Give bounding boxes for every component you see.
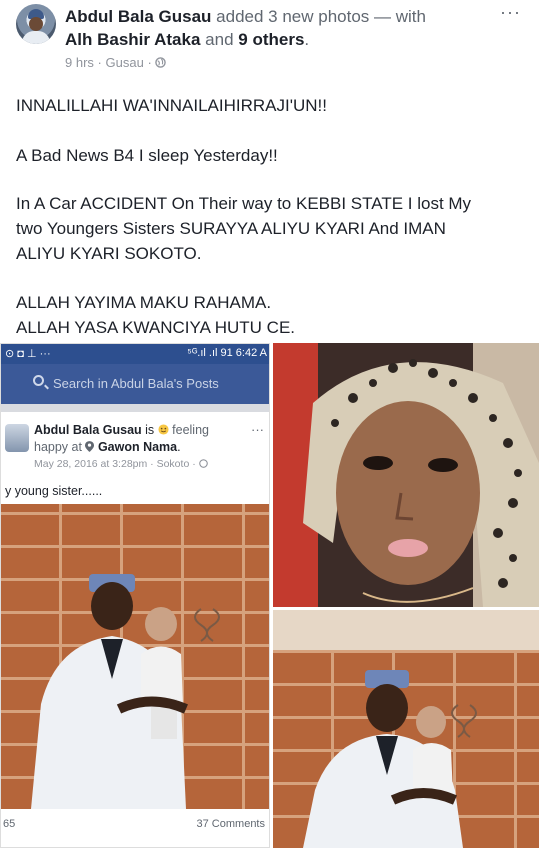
author-avatar[interactable] xyxy=(16,4,56,44)
post-text-line: ALIYU KYARI SOKOTO. xyxy=(16,244,202,263)
post-meta: 9 hrs · Gusau · xyxy=(65,55,167,70)
divider xyxy=(1,404,269,412)
embedded-header-line2: happy at Gawon Nama. xyxy=(34,440,181,454)
embedded-caption: y young sister...... xyxy=(5,484,103,498)
search-icon xyxy=(33,375,44,386)
post-options-icon[interactable]: ··· xyxy=(500,2,521,23)
facebook-post: Abdul Bala Gusau added 3 new photos — wi… xyxy=(0,0,539,848)
author-name-link[interactable]: Abdul Bala Gusau xyxy=(65,7,211,26)
embedded-options-icon: ··· xyxy=(251,422,264,437)
photo-3-man-with-child[interactable] xyxy=(273,610,539,848)
embedded-search-placeholder: Search in Abdul Bala's Posts xyxy=(53,376,219,391)
embedded-reactions-count: 65 xyxy=(3,818,16,830)
globe-icon xyxy=(155,55,167,70)
post-text-line: ALLAH YAYIMA MAKU RAHAMA. xyxy=(16,293,272,312)
post-header: Abdul Bala Gusau added 3 new photos — wi… xyxy=(65,6,426,28)
phone-status-bar: ⊙ ◘ ⊥ ··· ⁵ᴳ.ıl .ıl 91 6:42 A xyxy=(1,344,269,364)
post-text-line: two Youngers Sisters SURAYYA ALIYU KYARI… xyxy=(16,219,446,238)
photo-1-screenshot[interactable]: ⊙ ◘ ⊥ ··· ⁵ᴳ.ıl .ıl 91 6:42 A Search in … xyxy=(0,343,270,848)
embedded-meta: May 28, 2016 at 3:28pm · Sokoto · xyxy=(34,458,208,470)
location-pin-icon xyxy=(85,440,97,454)
embedded-photo-man-with-child xyxy=(1,504,269,809)
tagged-person-link[interactable]: Alh Bashir Ataka xyxy=(65,30,200,49)
embedded-avatar xyxy=(5,424,29,452)
post-time-link[interactable]: 9 hrs xyxy=(65,55,94,70)
and-text: and xyxy=(205,30,234,49)
post-action-text: added 3 new photos — with xyxy=(216,7,426,26)
post-text-line: ALLAH YASA KWANCIYA HUTU CE. xyxy=(16,318,296,337)
globe-icon xyxy=(198,458,208,470)
period-text: . xyxy=(304,30,310,49)
embedded-comments-count: 37 Comments xyxy=(196,818,265,830)
photo-2-portrait[interactable] xyxy=(273,343,539,607)
post-header-tags: Alh Bashir Ataka and 9 others. xyxy=(65,29,309,51)
smiley-icon xyxy=(158,423,172,437)
post-text-line: In A Car ACCIDENT On Their way to KEBBI … xyxy=(16,194,472,213)
post-text-line: INNALILLAHI WA'INNAILAIHIRRAJI'UN!! xyxy=(16,96,327,115)
others-link[interactable]: 9 others xyxy=(238,30,304,49)
post-location-link[interactable]: Gusau xyxy=(106,55,144,70)
post-text-line: A Bad News B4 I sleep Yesterday!! xyxy=(16,146,278,165)
embedded-search-bar: Search in Abdul Bala's Posts xyxy=(1,364,269,404)
embedded-header: Abdul Bala Gusau is feeling xyxy=(34,423,209,437)
